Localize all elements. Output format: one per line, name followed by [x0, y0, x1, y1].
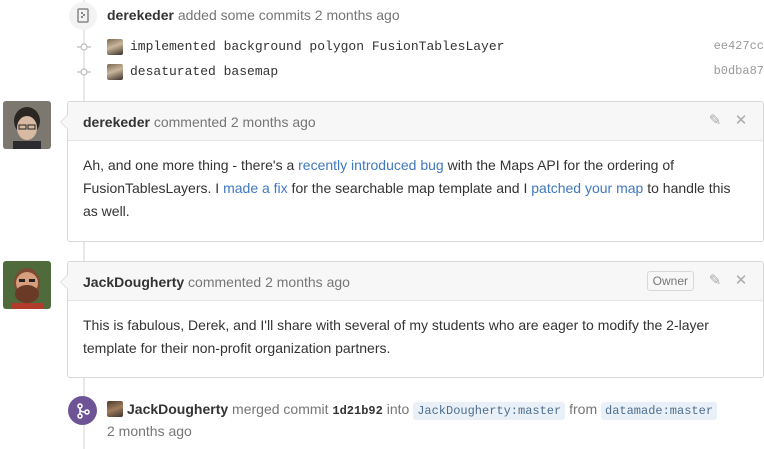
git-commit-icon — [77, 43, 91, 51]
avatar[interactable] — [3, 261, 51, 309]
pencil-icon[interactable]: ✎ — [707, 273, 723, 289]
commit-sha-link[interactable]: ee427cc — [714, 39, 764, 53]
avatar[interactable] — [107, 64, 123, 80]
comment-author-link[interactable]: JackDougherty — [83, 274, 184, 290]
commits-event-time[interactable]: 2 months ago — [315, 7, 400, 23]
avatar[interactable] — [107, 401, 123, 417]
merge-from-text: from — [569, 401, 598, 417]
pencil-icon[interactable]: ✎ — [707, 113, 723, 129]
commit-row: desaturated basemap b0dba87 — [77, 62, 764, 82]
close-icon[interactable]: ✕ — [733, 273, 749, 289]
comment-header: derekeder commented 2 months ago ✎ ✕ — [68, 102, 763, 141]
avatar[interactable] — [107, 39, 123, 55]
comment: derekeder commented 2 months ago ✎ ✕ Ah,… — [60, 101, 764, 242]
commits-event-header: derekeder added some commits 2 months ag… — [107, 7, 400, 23]
commit-message-link[interactable]: desaturated basemap — [130, 64, 278, 79]
comment-action: commented — [153, 114, 227, 130]
merge-time-link[interactable]: 2 months ago — [107, 423, 192, 439]
comment-text: Ah, and one more thing - there's a — [83, 157, 299, 173]
made-a-fix-link[interactable]: made a fix — [223, 180, 288, 196]
commits-event-action: added some commits — [177, 7, 311, 23]
avatar[interactable] — [3, 101, 51, 149]
git-commit-icon — [77, 68, 91, 76]
recently-introduced-bug-link[interactable]: recently introduced bug — [298, 157, 444, 173]
patched-your-map-link[interactable]: patched your map — [531, 180, 643, 196]
owner-badge: Owner — [646, 271, 694, 291]
commit-row: implemented background polygon FusionTab… — [77, 37, 764, 57]
commit-sha-link[interactable]: b0dba87 — [714, 64, 764, 78]
comment-body: This is fabulous, Derek, and I'll share … — [83, 317, 709, 356]
comment-author-link[interactable]: derekeder — [83, 114, 150, 130]
comment-time-link[interactable]: 2 months ago — [265, 274, 350, 290]
commit-author-link[interactable]: derekeder — [107, 7, 174, 23]
comment-body: Ah, and one more thing - there's a recen… — [68, 141, 763, 237]
merge-commit-sha-link[interactable]: 1d21b92 — [332, 404, 382, 418]
comment-time-link[interactable]: 2 months ago — [231, 114, 316, 130]
comment-caret — [60, 274, 68, 290]
comment: JackDougherty commented 2 months ago Own… — [60, 261, 764, 378]
commit-event-icon — [69, 2, 97, 30]
merge-author-link[interactable]: JackDougherty — [127, 401, 228, 417]
source-branch-label[interactable]: datamade:master — [601, 402, 718, 420]
commit-message-link[interactable]: implemented background polygon FusionTab… — [130, 39, 504, 54]
merge-icon — [68, 396, 97, 425]
comment-action: commented — [188, 274, 262, 290]
comment-header: JackDougherty commented 2 months ago Own… — [68, 262, 763, 301]
merge-into-text: into — [386, 401, 410, 417]
merge-action: merged commit — [232, 401, 329, 417]
comment-text: for the searchable map template and I — [287, 180, 532, 196]
close-icon[interactable]: ✕ — [733, 113, 749, 129]
comment-caret — [60, 114, 68, 130]
merge-event-line: JackDougherty merged commit 1d21b92 into… — [107, 401, 718, 420]
target-branch-label[interactable]: JackDougherty:master — [413, 402, 566, 420]
